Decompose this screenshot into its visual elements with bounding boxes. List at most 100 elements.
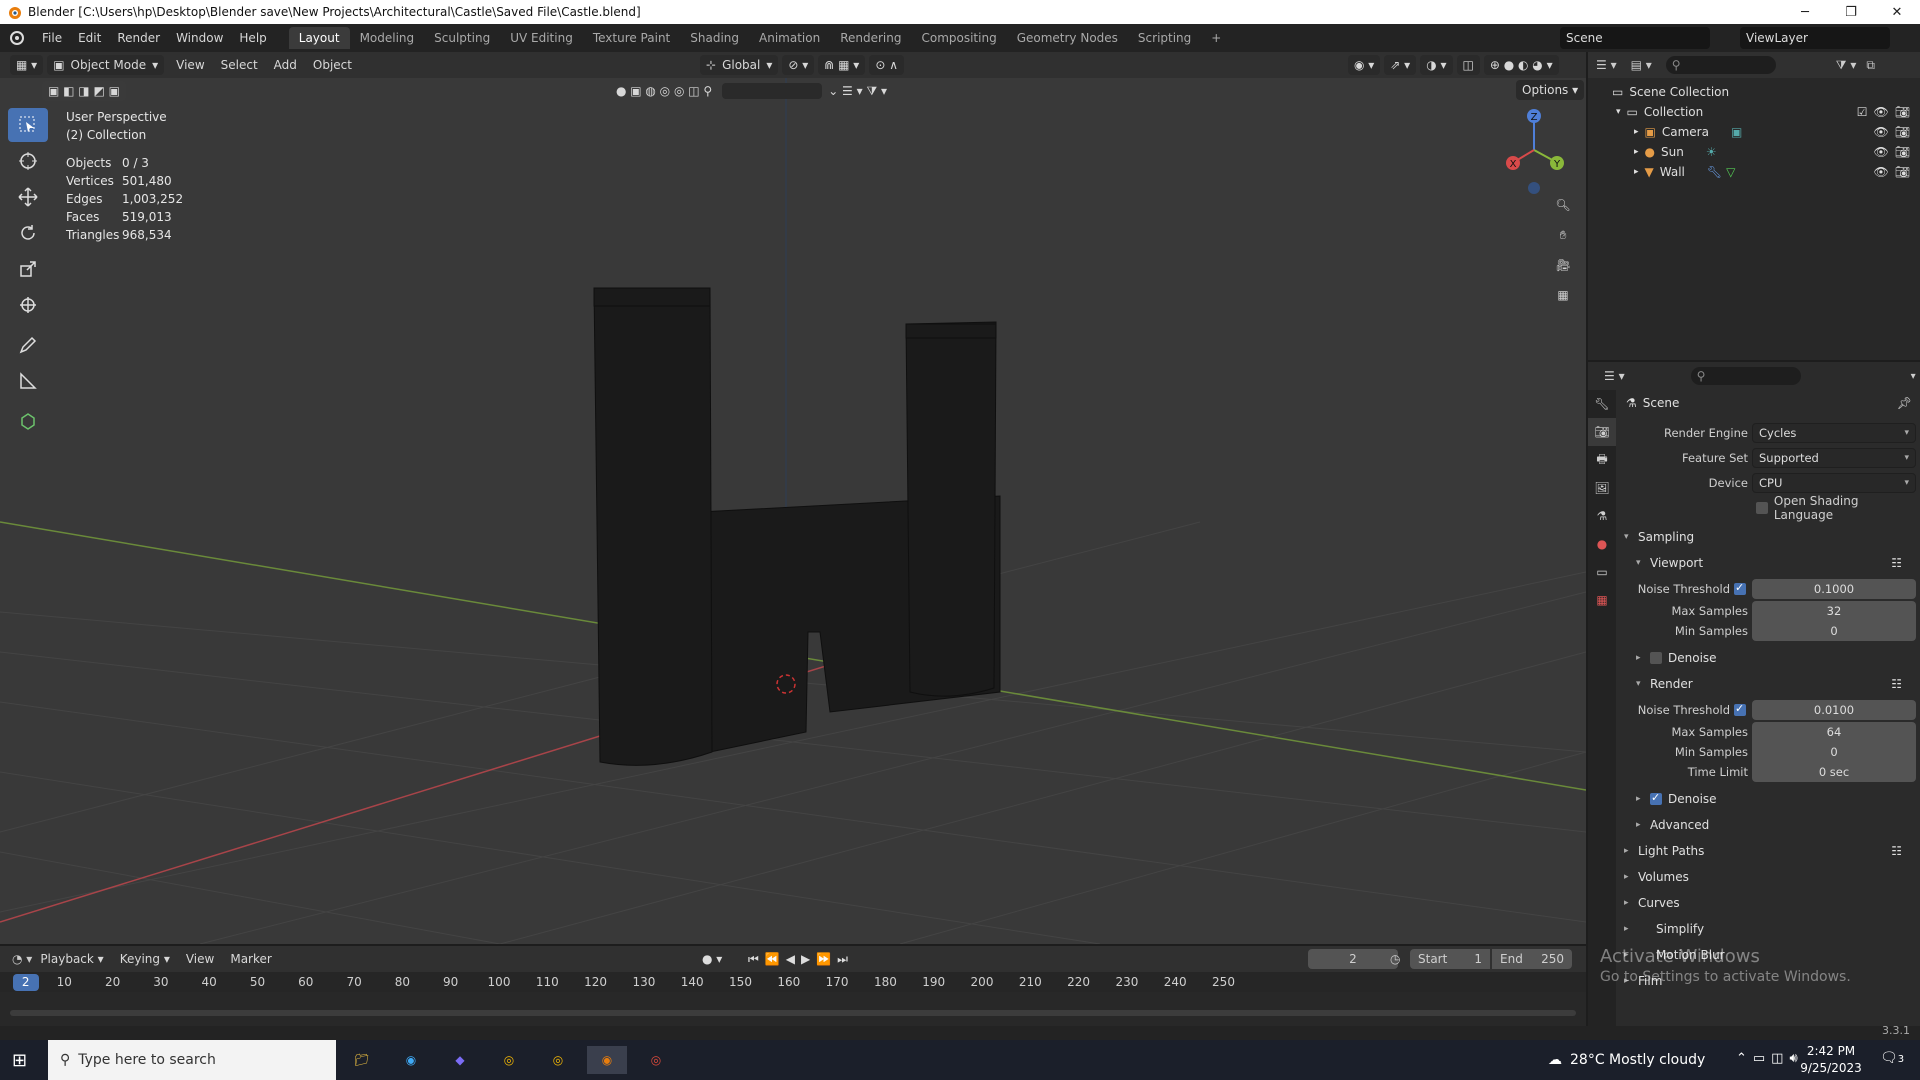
scene-selector[interactable]: Scene	[1560, 27, 1710, 49]
menu-select[interactable]: Select	[213, 58, 266, 72]
rotate-tool[interactable]	[8, 216, 48, 250]
advanced-subpanel-header[interactable]: ▸ Advanced	[1616, 812, 1920, 838]
menu-add[interactable]: Add	[266, 58, 305, 72]
list-icon[interactable]: ☷	[1891, 677, 1902, 691]
light-paths-panel-header[interactable]: ▸ Light Paths ☷	[1616, 838, 1920, 864]
windows-start-icon[interactable]: ⊞	[12, 1050, 27, 1071]
filter-icon[interactable]: ⌄ ☰ ▾ ⧩ ▾	[822, 81, 893, 101]
outliner-scene-collection[interactable]: ▭ Scene Collection	[1588, 82, 1920, 102]
end-frame-field[interactable]: End 250	[1492, 949, 1572, 969]
chrome-icon[interactable]: ◎	[538, 1046, 578, 1074]
mode-selector[interactable]: ▣ Object Mode ▾	[47, 55, 165, 75]
menu-window[interactable]: Window	[168, 24, 231, 52]
menu-help[interactable]: Help	[231, 24, 274, 52]
render-tab-icon[interactable]: 📷︎	[1588, 418, 1616, 446]
camera-icon[interactable]: 📷︎	[1895, 105, 1910, 119]
perspective-grid-icon[interactable]: ▦	[1548, 280, 1578, 310]
tab-uv-editing[interactable]: UV Editing	[500, 27, 583, 49]
blender-menu-icon[interactable]	[0, 30, 34, 46]
simplify-panel-header[interactable]: ▸ Simplify	[1616, 916, 1920, 942]
pin-icon[interactable]: 📌︎	[1897, 396, 1912, 410]
tray-icons[interactable]: ⌃▭◫🔊︎	[1736, 1051, 1804, 1066]
outliner-item-sun[interactable]: ▸ ● Sun ☀ 👁︎ 📷︎	[1588, 142, 1920, 162]
overlay-toggle-icon[interactable]: ◑ ▾	[1420, 55, 1453, 75]
collection-tab-icon[interactable]: ▭	[1588, 558, 1616, 586]
time-limit-field[interactable]: 0 sec	[1752, 762, 1916, 782]
chrome-icon[interactable]: ◎	[489, 1046, 529, 1074]
edge-browser-icon[interactable]: ◉	[391, 1046, 431, 1074]
tab-shading[interactable]: Shading	[680, 27, 749, 49]
scene-tab-icon[interactable]: ⚗	[1588, 502, 1616, 530]
chevron-down-icon[interactable]: ▾	[1911, 371, 1916, 382]
viewport-search-field[interactable]	[722, 83, 823, 99]
maximize-button[interactable]: ❐	[1828, 0, 1874, 24]
timeline-scrollbar[interactable]	[10, 1010, 1576, 1016]
menu-edit[interactable]: Edit	[70, 24, 109, 52]
render-noise-threshold-field[interactable]: 0.0100	[1752, 699, 1916, 720]
tab-scripting[interactable]: Scripting	[1128, 27, 1201, 49]
object-type-filter-icons[interactable]: ● ▣ ◍ ◎ ◎ ◫ ⚲	[610, 81, 718, 101]
viewport-subpanel-header[interactable]: ▾ Viewport ☷	[1616, 550, 1920, 576]
render-denoise-header[interactable]: ▸ Denoise	[1616, 786, 1920, 812]
view-layer-selector[interactable]: ViewLayer	[1740, 27, 1890, 49]
tab-layout[interactable]: Layout	[288, 27, 350, 49]
viewport-max-samples-field[interactable]: 32	[1752, 601, 1916, 621]
proportional-edit-icon[interactable]: ⊙ ∧	[869, 55, 904, 75]
expand-arrow-icon[interactable]: ▸	[1634, 127, 1639, 137]
move-tool[interactable]	[8, 180, 48, 214]
render-subpanel-header[interactable]: ▾ Render ☷	[1616, 671, 1920, 697]
noise-threshold-checkbox[interactable]	[1734, 581, 1746, 595]
list-icon[interactable]: ☷	[1891, 556, 1902, 570]
cursor-tool[interactable]	[8, 144, 48, 178]
world-tab-icon[interactable]: ●	[1588, 530, 1616, 558]
menu-playback[interactable]: Playback ▾	[32, 952, 111, 966]
view-layer-tab-icon[interactable]: 🖼︎	[1588, 474, 1616, 502]
menu-view[interactable]: View	[168, 58, 212, 72]
new-collection-icon[interactable]: ⧉	[1866, 58, 1875, 73]
menu-marker[interactable]: Marker	[222, 952, 279, 966]
scale-tool[interactable]	[8, 252, 48, 286]
xray-icon[interactable]: ◫	[1456, 55, 1480, 75]
viewport-noise-threshold-field[interactable]: 0.1000	[1752, 578, 1916, 599]
sampling-panel-header[interactable]: ▾ Sampling	[1616, 524, 1920, 550]
taskbar-clock[interactable]: 2:42 PM 9/25/2023	[1796, 1043, 1866, 1077]
outliner-editor-icon[interactable]: ☰ ▾	[1596, 58, 1617, 72]
render-min-samples-field[interactable]: 0	[1752, 742, 1916, 762]
feature-set-select[interactable]: Supported ▾	[1752, 447, 1916, 468]
blender-taskbar-icon[interactable]: ◉	[587, 1046, 627, 1074]
pivot-icon[interactable]: ⊘ ▾	[782, 55, 815, 75]
timeline-ruler[interactable]: 2 10 20 30 40 50 60 70 80 90 100 110 120 130 140 150 16…	[0, 972, 1586, 992]
shading-mode-icons[interactable]: ⊕ ● ◐ ◕ ▾	[1483, 55, 1559, 75]
gizmo-toggle-icon[interactable]: ⇗ ▾	[1384, 55, 1417, 75]
denoise-checkbox[interactable]	[1650, 791, 1662, 805]
annotate-tool[interactable]	[8, 328, 48, 362]
navigation-gizmo[interactable]: Z Y X	[1500, 106, 1570, 196]
viewport-denoise-header[interactable]: ▸ Denoise	[1616, 645, 1920, 671]
playback-controls[interactable]: ⏮⏪◀▶⏩⏭	[748, 952, 854, 967]
options-dropdown[interactable]: Options ▾	[1516, 80, 1585, 100]
zoom-icon[interactable]: 🔍︎	[1548, 190, 1578, 220]
output-tab-icon[interactable]: 🖶	[1588, 446, 1616, 474]
camera-icon[interactable]: 📷︎	[1895, 125, 1910, 139]
outliner-search-input[interactable]: ⚲	[1665, 56, 1776, 74]
curves-panel-header[interactable]: ▸ Curves	[1616, 890, 1920, 916]
start-frame-field[interactable]: Start 1	[1410, 949, 1490, 969]
texture-tab-icon[interactable]: ▦	[1588, 586, 1616, 614]
current-frame-field[interactable]: 2	[1308, 949, 1398, 969]
render-max-samples-field[interactable]: 64	[1752, 722, 1916, 742]
viewport-min-samples-field[interactable]: 0	[1752, 621, 1916, 641]
outliner-item-wall[interactable]: ▸ ▼ Wall 🔧︎ ▽ 👁︎ 📷︎	[1588, 162, 1920, 182]
timeline-editor-icon[interactable]: ◔ ▾	[12, 952, 32, 966]
properties-editor-icon[interactable]: ☰ ▾	[1604, 369, 1625, 383]
pan-hand-icon[interactable]: ✋︎	[1548, 220, 1578, 250]
tab-animation[interactable]: Animation	[749, 27, 830, 49]
close-button[interactable]: ✕	[1874, 0, 1920, 24]
eye-icon[interactable]: 👁︎	[1874, 165, 1889, 179]
display-mode-icon[interactable]: ▤ ▾	[1631, 58, 1652, 72]
noise-threshold-checkbox[interactable]	[1734, 702, 1746, 716]
tab-rendering[interactable]: Rendering	[830, 27, 911, 49]
taskbar-search-input[interactable]: ⚲ Type here to search	[48, 1040, 336, 1080]
menu-view[interactable]: View	[178, 952, 222, 966]
tab-sculpting[interactable]: Sculpting	[424, 27, 500, 49]
minimize-button[interactable]: ─	[1782, 0, 1828, 24]
